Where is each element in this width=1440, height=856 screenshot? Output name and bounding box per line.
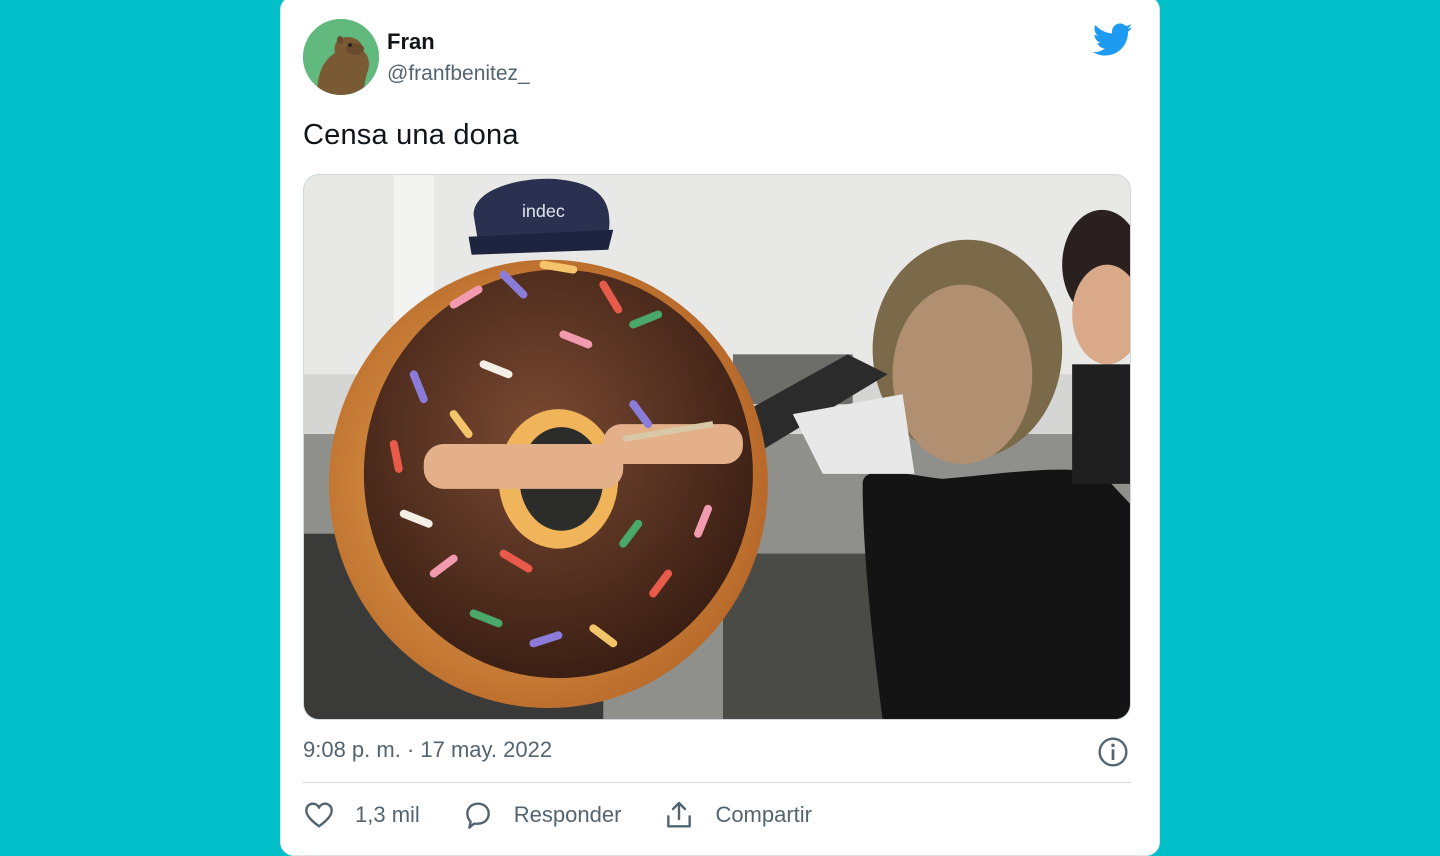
share-button[interactable]: Compartir [663,799,812,831]
avatar[interactable] [303,19,379,95]
author-name[interactable]: Fran [387,29,435,55]
tweet-timestamp[interactable]: 9:08 p. m. · 17 may. 2022 [303,737,552,763]
like-count: 1,3 mil [355,802,420,827]
heart-icon [305,802,333,828]
like-button[interactable]: 1,3 mil [303,799,420,831]
reply-label: Responder [513,802,622,827]
tweet-actions: 1,3 mil Responder Compartir [303,797,854,833]
tweet-media-image[interactable]: indec [303,174,1131,720]
share-label: Compartir [715,802,813,827]
author-handle[interactable]: @franfbenitez_ [387,62,530,86]
twitter-bird-icon[interactable] [1093,23,1133,57]
tweet-card[interactable]: Fran @franfbenitez_ Censa una dona indec… [280,0,1160,856]
info-icon[interactable] [1097,736,1129,768]
cap-text: indec [522,201,565,221]
reply-bubble-icon [465,802,490,829]
reply-button[interactable]: Responder [462,799,622,831]
tweet-text: Censa una dona [303,119,519,151]
share-icon [667,801,692,828]
divider [303,782,1131,783]
